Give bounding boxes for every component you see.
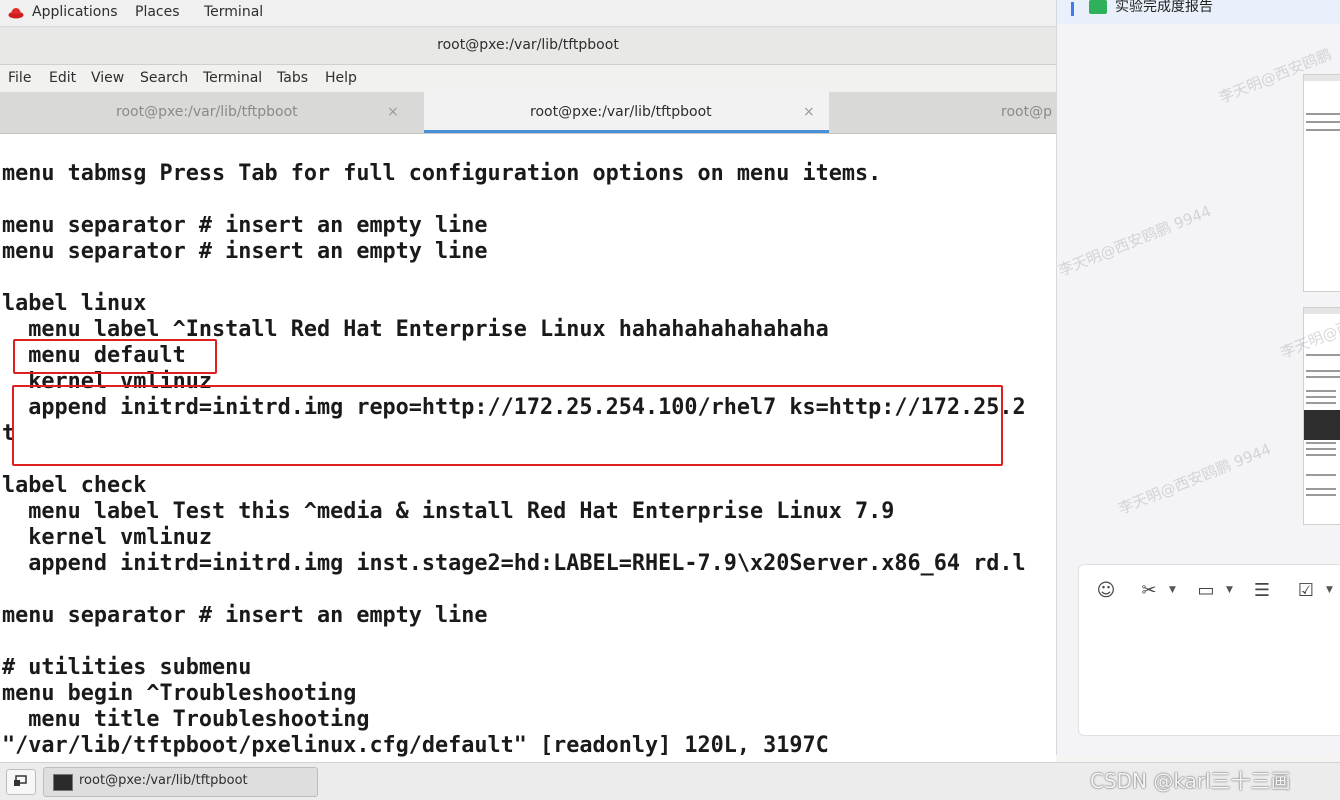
menu-search[interactable]: Search — [140, 70, 188, 86]
tab-terminal-2[interactable]: root@pxe:/var/lib/tftpboot × — [424, 92, 829, 133]
highlight-box-menu-default — [13, 339, 217, 374]
menu-view[interactable]: View — [91, 70, 124, 86]
calendar-check-icon[interactable]: ☑ — [1294, 579, 1318, 603]
window-title: root@pxe:/var/lib/tftpboot — [0, 27, 1056, 65]
report-header[interactable]: 实验完成度报告 — [1057, 0, 1340, 24]
terminal-line: menu tabmsg Press Tab for full configura… — [2, 161, 882, 186]
redhat-icon — [8, 8, 24, 19]
tab-terminal-1[interactable]: root@pxe:/var/lib/tftpboot × — [0, 92, 422, 133]
terminal-line: label linux — [2, 291, 147, 316]
applications-menu[interactable]: Applications — [32, 4, 118, 20]
terminal-line: menu begin ^Troubleshooting — [2, 681, 357, 706]
chevron-down-icon[interactable]: ▼ — [1326, 585, 1333, 595]
menu-bar: File Edit View Search Terminal Tabs Help — [0, 65, 1056, 92]
tab-terminal-3[interactable]: root@p — [831, 92, 1056, 133]
menu-file[interactable]: File — [8, 70, 31, 86]
image-icon[interactable]: ▭ — [1194, 579, 1218, 603]
places-menu[interactable]: Places — [135, 4, 180, 20]
highlight-box-append-line — [12, 385, 1003, 466]
terminal-line: label check — [2, 473, 147, 498]
spreadsheet-icon — [1089, 0, 1107, 14]
tab-label: root@p — [1001, 104, 1052, 120]
close-tab-icon[interactable]: × — [803, 92, 815, 133]
menu-terminal[interactable]: Terminal — [203, 70, 262, 86]
side-panel: 实验完成度报告 李天明@西安鸥鹏 李天明@西安鸥鹏 9944 李天明@西安鸥鹏 … — [1056, 0, 1340, 755]
taskbar-item-label: root@pxe:/var/lib/tftpboot — [79, 773, 248, 788]
taskbar-terminal-item[interactable]: root@pxe:/var/lib/tftpboot — [43, 767, 318, 797]
report-title: 实验完成度报告 — [1115, 0, 1213, 15]
tab-label: root@pxe:/var/lib/tftpboot — [530, 104, 712, 120]
terminal-status-line: "/var/lib/tftpboot/pxelinux.cfg/default"… — [2, 733, 829, 758]
terminal-line: menu label Test this ^media & install Re… — [2, 499, 895, 524]
terminal-line: menu title Troubleshooting — [2, 707, 370, 732]
terminal-app-menu[interactable]: Terminal — [204, 4, 263, 20]
chevron-down-icon[interactable]: ▼ — [1169, 585, 1176, 595]
terminal-line: append initrd=initrd.img inst.stage2=hd:… — [2, 551, 1026, 576]
tab-label: root@pxe:/var/lib/tftpboot — [116, 104, 298, 120]
document-icon[interactable]: ☰ — [1250, 579, 1274, 603]
emoji-icon[interactable]: ☺ — [1094, 579, 1118, 603]
screenshot-thumbnail[interactable] — [1303, 74, 1340, 292]
terminal-line: # utilities submenu — [2, 655, 252, 680]
compose-box[interactable]: ☺ ✂ ▼ ▭ ▼ ☰ ☑ ▼ — [1078, 564, 1340, 736]
terminal-line: menu separator # insert an empty line — [2, 239, 488, 264]
terminal-line: menu separator # insert an empty line — [2, 603, 488, 628]
menu-edit[interactable]: Edit — [49, 70, 76, 86]
menu-tabs[interactable]: Tabs — [277, 70, 308, 86]
header-accent-bar — [1071, 2, 1074, 16]
terminal-line: kernel vmlinuz — [2, 525, 212, 550]
scissors-icon[interactable]: ✂ — [1137, 579, 1161, 603]
watermark-text: 李天明@西安鸥鹏 9944 — [1056, 202, 1214, 280]
terminal-line: menu separator # insert an empty line — [2, 213, 488, 238]
desktop-icon — [14, 775, 27, 786]
csdn-watermark: CSDN @karl三十三画 — [1090, 769, 1291, 793]
tab-bar: root@pxe:/var/lib/tftpboot × root@pxe:/v… — [0, 92, 1056, 134]
show-desktop-button[interactable] — [6, 769, 36, 795]
terminal-icon — [53, 774, 73, 791]
menu-help[interactable]: Help — [325, 70, 357, 86]
close-tab-icon[interactable]: × — [387, 92, 399, 133]
watermark-text: 李天明@西安鸥鹏 9944 — [1115, 440, 1274, 518]
chevron-down-icon[interactable]: ▼ — [1226, 585, 1233, 595]
